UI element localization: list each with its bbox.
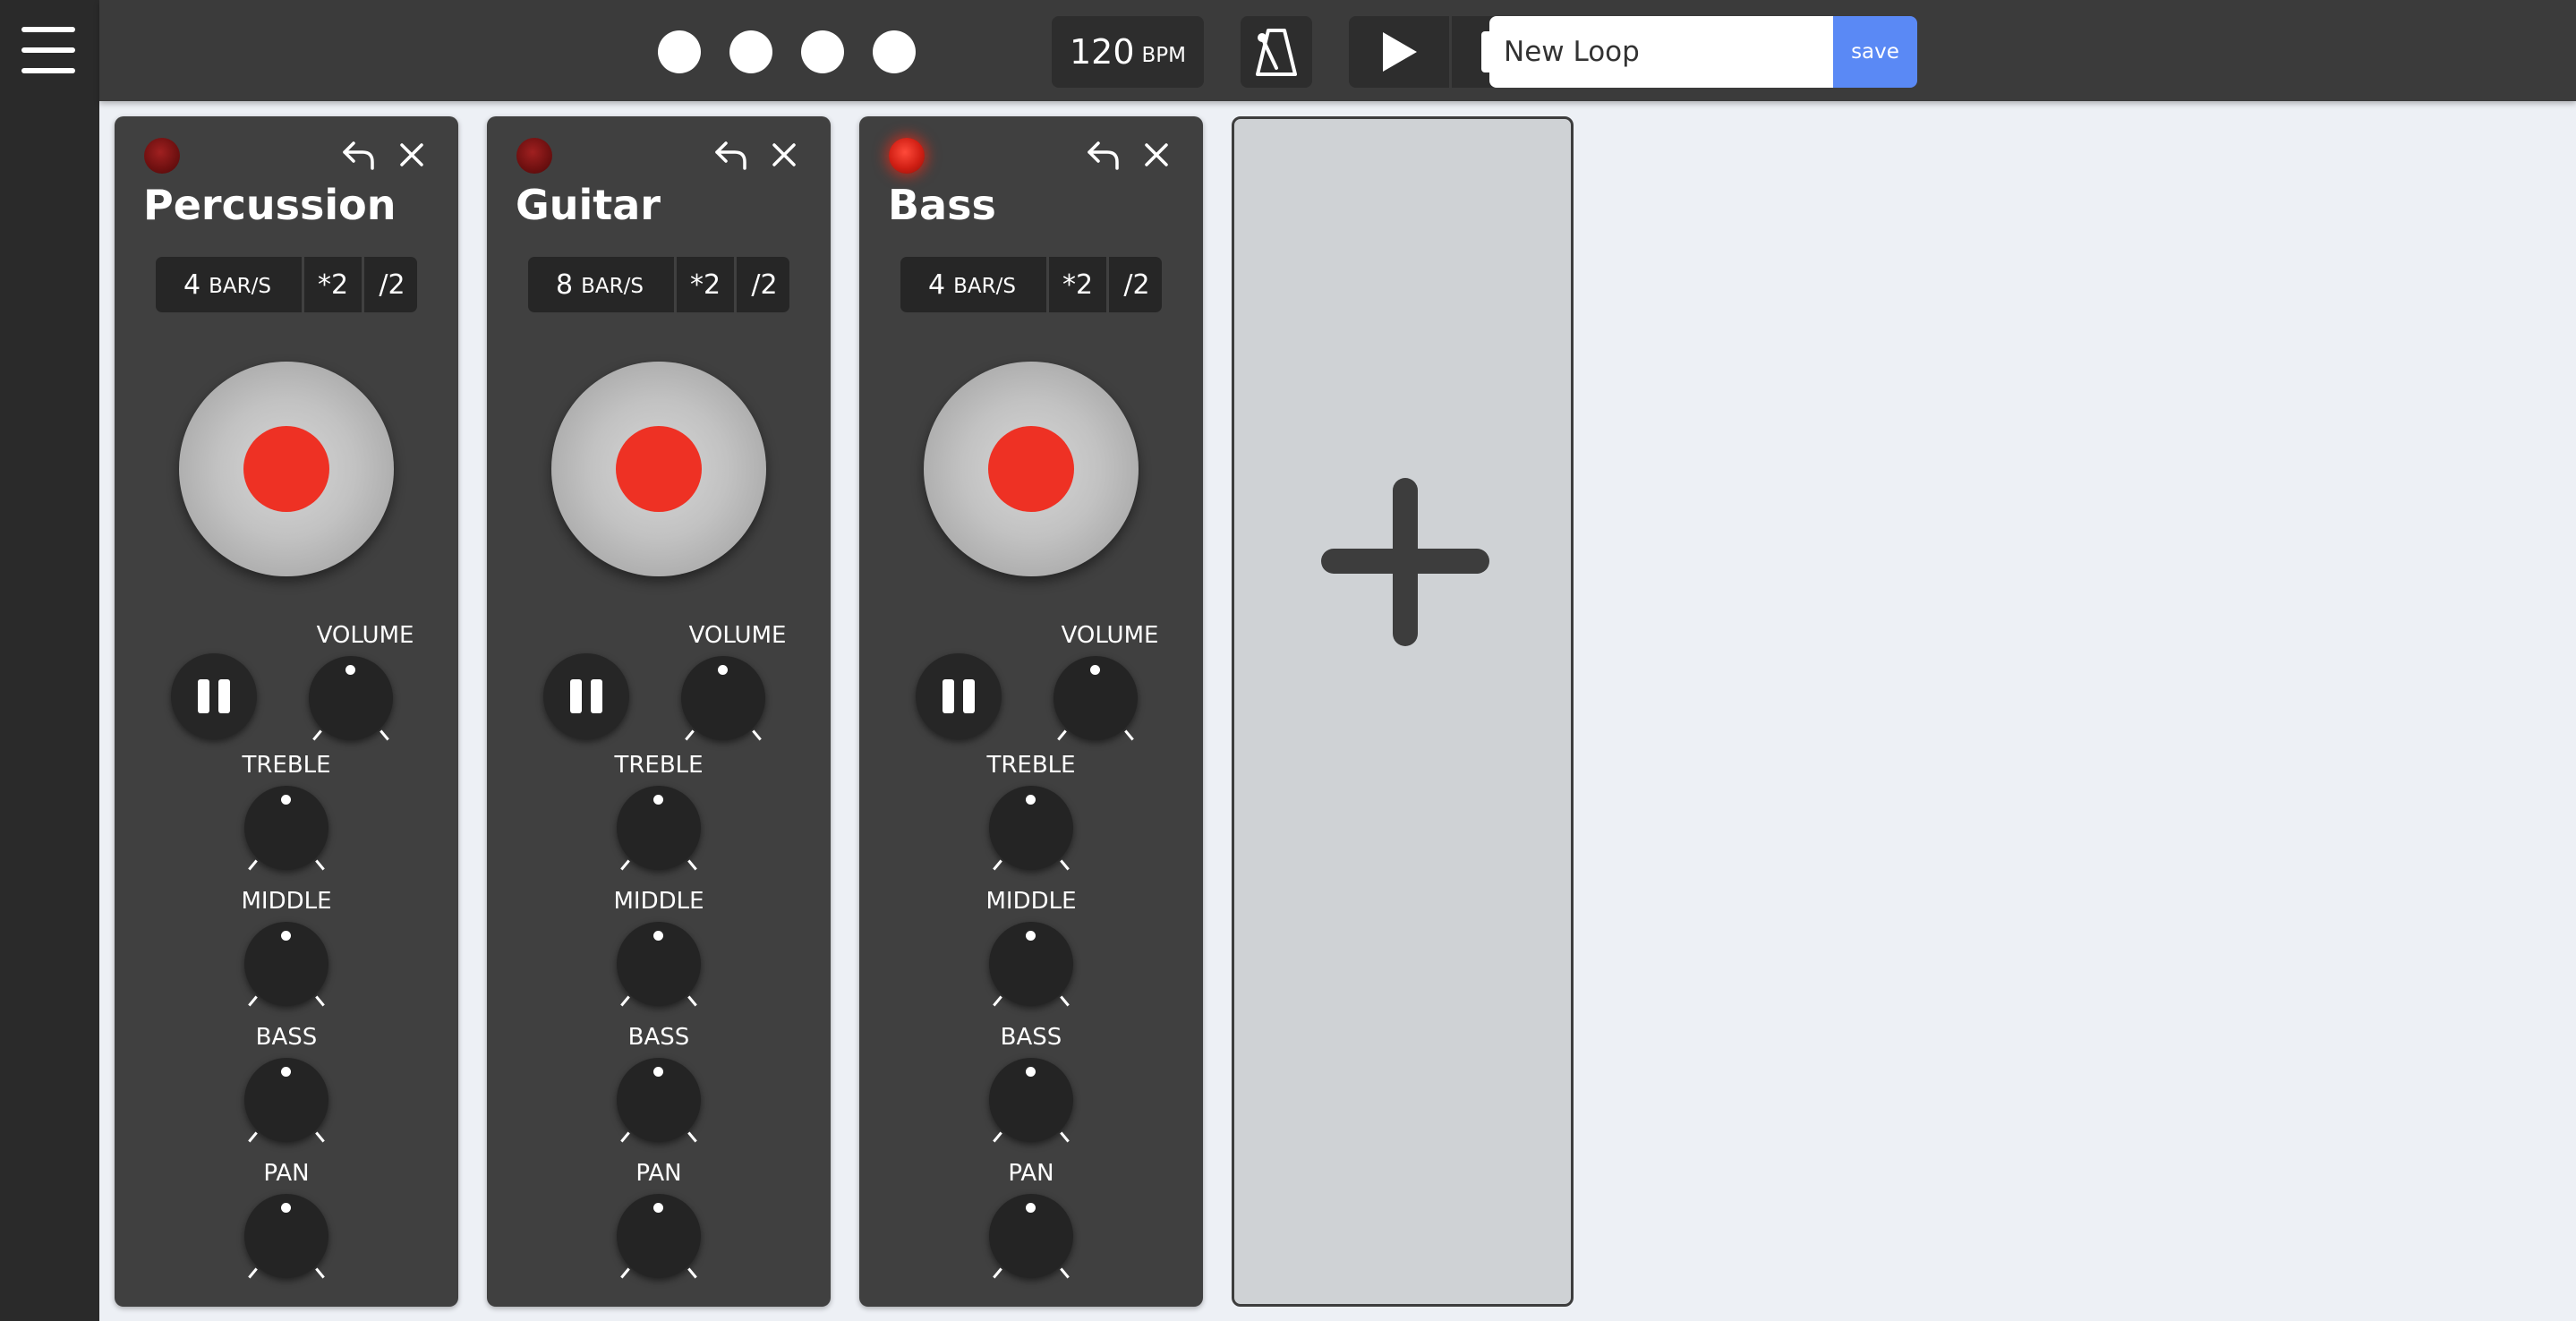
metronome-icon: [1256, 29, 1297, 76]
track-panel-percussion: Percussion 4 BAR/S *2 /2 VOLUME TREBLE M…: [115, 116, 458, 1307]
bass-knob[interactable]: [244, 1058, 328, 1143]
close-icon[interactable]: [397, 140, 427, 170]
treble-label: TREBLE: [242, 752, 331, 779]
middle-label: MIDDLE: [613, 888, 704, 915]
bass-label: BASS: [627, 1024, 690, 1051]
double-bars-button[interactable]: *2: [674, 257, 734, 312]
record-icon: [988, 426, 1074, 512]
pan-knob[interactable]: [989, 1194, 1073, 1279]
play-button[interactable]: [1349, 16, 1449, 88]
bar-count-value: 4: [928, 268, 946, 301]
tempo-display[interactable]: 120 BPM: [1052, 16, 1204, 88]
bar-count: 4 BAR/S: [900, 257, 1044, 312]
bass-knob[interactable]: [617, 1058, 701, 1143]
volume-knob[interactable]: [1053, 656, 1138, 741]
volume-label: VOLUME: [316, 622, 414, 649]
beat-indicator-3: [801, 30, 844, 73]
volume-knob[interactable]: [309, 656, 393, 741]
bar-length-control: 4 BAR/S *2 /2: [156, 257, 417, 312]
hamburger-menu-icon[interactable]: [21, 27, 75, 73]
halve-bars-button[interactable]: /2: [362, 257, 420, 312]
bass-knob[interactable]: [989, 1058, 1073, 1143]
treble-knob[interactable]: [617, 786, 701, 871]
pause-button[interactable]: [171, 653, 257, 739]
beat-indicator-2: [729, 30, 772, 73]
track-name: Bass: [888, 181, 996, 229]
tempo-unit: BPM: [1141, 44, 1187, 67]
double-bars-button[interactable]: *2: [1046, 257, 1106, 312]
record-button[interactable]: [551, 362, 766, 576]
undo-icon[interactable]: [341, 138, 377, 174]
close-icon[interactable]: [1141, 140, 1172, 170]
middle-knob[interactable]: [244, 922, 328, 1007]
bass-label: BASS: [1000, 1024, 1062, 1051]
volume-label: VOLUME: [1061, 622, 1159, 649]
track-name: Guitar: [516, 181, 661, 229]
tempo-value: 120: [1069, 32, 1135, 72]
bar-count: 8 BAR/S: [528, 257, 671, 312]
track-name: Percussion: [143, 181, 397, 229]
add-track-button[interactable]: [1232, 116, 1574, 1307]
toolbar: 120 BPM: [99, 0, 2576, 101]
double-bars-button[interactable]: *2: [302, 257, 362, 312]
volume-knob[interactable]: [681, 656, 765, 741]
volume-label: VOLUME: [688, 622, 787, 649]
record-button[interactable]: [179, 362, 394, 576]
save-button[interactable]: save: [1833, 16, 1917, 88]
bar-count: 4 BAR/S: [156, 257, 299, 312]
bar-count-value: 8: [556, 268, 574, 301]
treble-knob[interactable]: [989, 786, 1073, 871]
bar-count-unit: BAR/S: [581, 274, 644, 298]
play-icon: [1383, 32, 1417, 72]
metronome-button[interactable]: [1241, 16, 1312, 88]
pan-knob[interactable]: [244, 1194, 328, 1279]
treble-label: TREBLE: [614, 752, 704, 779]
pan-label: PAN: [1008, 1160, 1054, 1187]
bass-label: BASS: [255, 1024, 318, 1051]
bar-length-control: 4 BAR/S *2 /2: [900, 257, 1162, 312]
pan-knob[interactable]: [617, 1194, 701, 1279]
close-icon[interactable]: [769, 140, 799, 170]
treble-label: TREBLE: [986, 752, 1076, 779]
middle-knob[interactable]: [617, 922, 701, 1007]
beat-indicator-4: [873, 30, 916, 73]
record-button[interactable]: [924, 362, 1139, 576]
sidebar: [0, 0, 99, 1321]
record-status-indicator: [889, 138, 925, 174]
pause-button[interactable]: [543, 653, 629, 739]
record-status-indicator: [516, 138, 552, 174]
halve-bars-button[interactable]: /2: [1106, 257, 1164, 312]
undo-icon[interactable]: [713, 138, 749, 174]
undo-icon[interactable]: [1086, 138, 1122, 174]
bar-count-unit: BAR/S: [209, 274, 271, 298]
halve-bars-button[interactable]: /2: [734, 257, 792, 312]
middle-knob[interactable]: [989, 922, 1073, 1007]
bar-count-value: 4: [183, 268, 201, 301]
record-icon: [616, 426, 702, 512]
pause-button[interactable]: [916, 653, 1002, 739]
pan-label: PAN: [263, 1160, 310, 1187]
record-icon: [243, 426, 329, 512]
loop-name-input[interactable]: [1489, 16, 1833, 88]
record-status-indicator: [144, 138, 180, 174]
middle-label: MIDDLE: [241, 888, 332, 915]
middle-label: MIDDLE: [985, 888, 1077, 915]
bar-length-control: 8 BAR/S *2 /2: [528, 257, 789, 312]
track-panel-bass: Bass 4 BAR/S *2 /2 VOLUME TREBLE MIDDLE …: [859, 116, 1203, 1307]
beat-indicator-1: [658, 30, 701, 73]
treble-knob[interactable]: [244, 786, 328, 871]
pan-label: PAN: [635, 1160, 682, 1187]
bar-count-unit: BAR/S: [953, 274, 1016, 298]
track-panel-guitar: Guitar 8 BAR/S *2 /2 VOLUME TREBLE MIDDL…: [487, 116, 831, 1307]
